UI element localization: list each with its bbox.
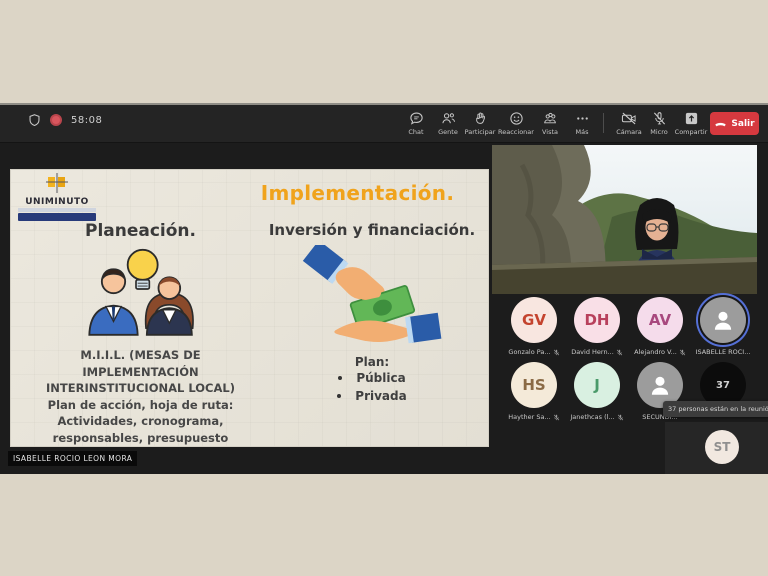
participant-tile[interactable]: GV Gonzalo Pa... xyxy=(503,297,565,356)
bullet-dot xyxy=(337,394,341,398)
slide-right-column: Inversión y financiación. Plan: Pública … xyxy=(263,221,481,405)
plan-bullet: Pública xyxy=(356,369,405,387)
person-icon xyxy=(647,372,673,398)
participant-name: Janethcas (l... xyxy=(570,413,614,421)
participant-name: Alejandro V... xyxy=(634,348,677,356)
plan-accion-line: responsables, presupuesto xyxy=(18,430,263,447)
avatar-initials: GV xyxy=(522,311,546,329)
uniminuto-emblem-icon xyxy=(44,173,70,193)
participant-tile[interactable]: HS Hayther Sa... xyxy=(503,362,565,421)
avatar: AV xyxy=(637,297,683,343)
avatar: DH xyxy=(574,297,620,343)
plan-bullet: Privada xyxy=(355,387,406,405)
presenter-name-tag: ISABELLE ROCIO LEON MORA xyxy=(8,451,137,466)
gallery-view-icon xyxy=(543,111,558,126)
participant-name: Hayther Sa... xyxy=(508,413,550,421)
mic-off-icon xyxy=(652,111,667,126)
overflow-count: 37 xyxy=(716,380,730,391)
meeting-app: 58:08 Chat Gente Participar Reaccionar V… xyxy=(0,0,768,576)
logo-subtext-band xyxy=(18,208,96,212)
camera-off-icon xyxy=(621,111,637,126)
speaker-video-scene xyxy=(492,145,757,294)
muted-mic-icon xyxy=(617,414,624,421)
plan-accion-line: Actividades, cronograma, xyxy=(18,413,263,430)
timer-group: 58:08 xyxy=(28,113,102,127)
plan-label: Plan: xyxy=(263,355,481,369)
participant-tile-active[interactable]: ISABELLE ROCI... xyxy=(692,297,754,356)
people-icon xyxy=(441,111,456,126)
participant-count-tooltip: 37 personas están en la reunión xyxy=(663,401,768,417)
logo-blue-band xyxy=(18,213,96,221)
toolbar-divider xyxy=(603,113,604,133)
participant-tile[interactable]: AV Alejandro V... xyxy=(629,297,691,356)
participant-tile[interactable]: DH David Hern... xyxy=(566,297,628,356)
more-dots-icon xyxy=(575,111,590,126)
meeting-window: 58:08 Chat Gente Participar Reaccionar V… xyxy=(0,103,768,474)
hangup-phone-icon xyxy=(714,117,727,130)
participant-name: Gonzalo Pa... xyxy=(508,348,550,356)
speaker-video-tile[interactable] xyxy=(492,145,757,294)
muted-mic-icon xyxy=(679,349,686,356)
avatar: J xyxy=(574,362,620,408)
slide-left-column: Planeación. xyxy=(18,221,263,446)
recording-indicator-icon xyxy=(50,114,62,126)
planeacion-heading: Planeación. xyxy=(18,221,263,241)
inversion-heading: Inversión y financiación. xyxy=(263,221,481,239)
participant-tile-st[interactable]: ST xyxy=(705,430,739,464)
avatar-initials: J xyxy=(594,376,600,394)
uniminuto-wordmark: UNIMINUTO xyxy=(18,197,96,207)
miil-line: INTERINSTITUCIONAL LOCAL) xyxy=(18,380,263,397)
money-handover-illustration xyxy=(292,245,452,345)
miil-line: M.I.I.L. (MESAS DE xyxy=(18,347,263,364)
avatar-initials: AV xyxy=(649,311,671,329)
teamwork-lightbulb-illustration xyxy=(66,244,216,339)
chat-icon xyxy=(409,111,424,126)
person-icon xyxy=(710,307,736,333)
avatar: GV xyxy=(511,297,557,343)
bullet-dot xyxy=(338,376,342,380)
participant-name: David Hern... xyxy=(571,348,614,356)
leave-label: Salir xyxy=(731,119,754,129)
raise-hand-label: Participar xyxy=(460,128,500,136)
raised-hand-icon xyxy=(473,111,488,126)
more-button[interactable]: Más xyxy=(562,111,602,136)
avatar: HS xyxy=(511,362,557,408)
muted-mic-icon xyxy=(553,349,560,356)
plan-accion-line: Plan de acción, hoja de ruta: xyxy=(18,397,263,414)
more-label: Más xyxy=(562,128,602,136)
uniminuto-logo: UNIMINUTO xyxy=(18,173,96,221)
share-screen-icon xyxy=(684,111,699,126)
meeting-timer: 58:08 xyxy=(71,115,102,126)
shared-presentation-slide: UNIMINUTO Implementación. Planeación. xyxy=(10,169,489,447)
avatar-initials: HS xyxy=(522,376,545,394)
participant-name: ISABELLE ROCI... xyxy=(696,348,751,356)
avatar xyxy=(700,297,746,343)
avatar-initials: ST xyxy=(714,440,731,454)
participant-tile[interactable]: J Janethcas (l... xyxy=(566,362,628,421)
share-button[interactable]: Compartir xyxy=(671,111,711,136)
miil-line: IMPLEMENTACIÓN xyxy=(18,364,263,381)
shield-icon xyxy=(28,113,41,127)
muted-mic-icon xyxy=(616,349,623,356)
meeting-toolbar: 58:08 Chat Gente Participar Reaccionar V… xyxy=(0,105,768,143)
leave-button[interactable]: Salir xyxy=(710,112,759,135)
raise-hand-button[interactable]: Participar xyxy=(460,111,500,136)
muted-mic-icon xyxy=(553,414,560,421)
smiley-icon xyxy=(509,111,524,126)
slide-title: Implementación. xyxy=(240,181,475,205)
share-label: Compartir xyxy=(671,128,711,136)
avatar-initials: DH xyxy=(584,311,609,329)
